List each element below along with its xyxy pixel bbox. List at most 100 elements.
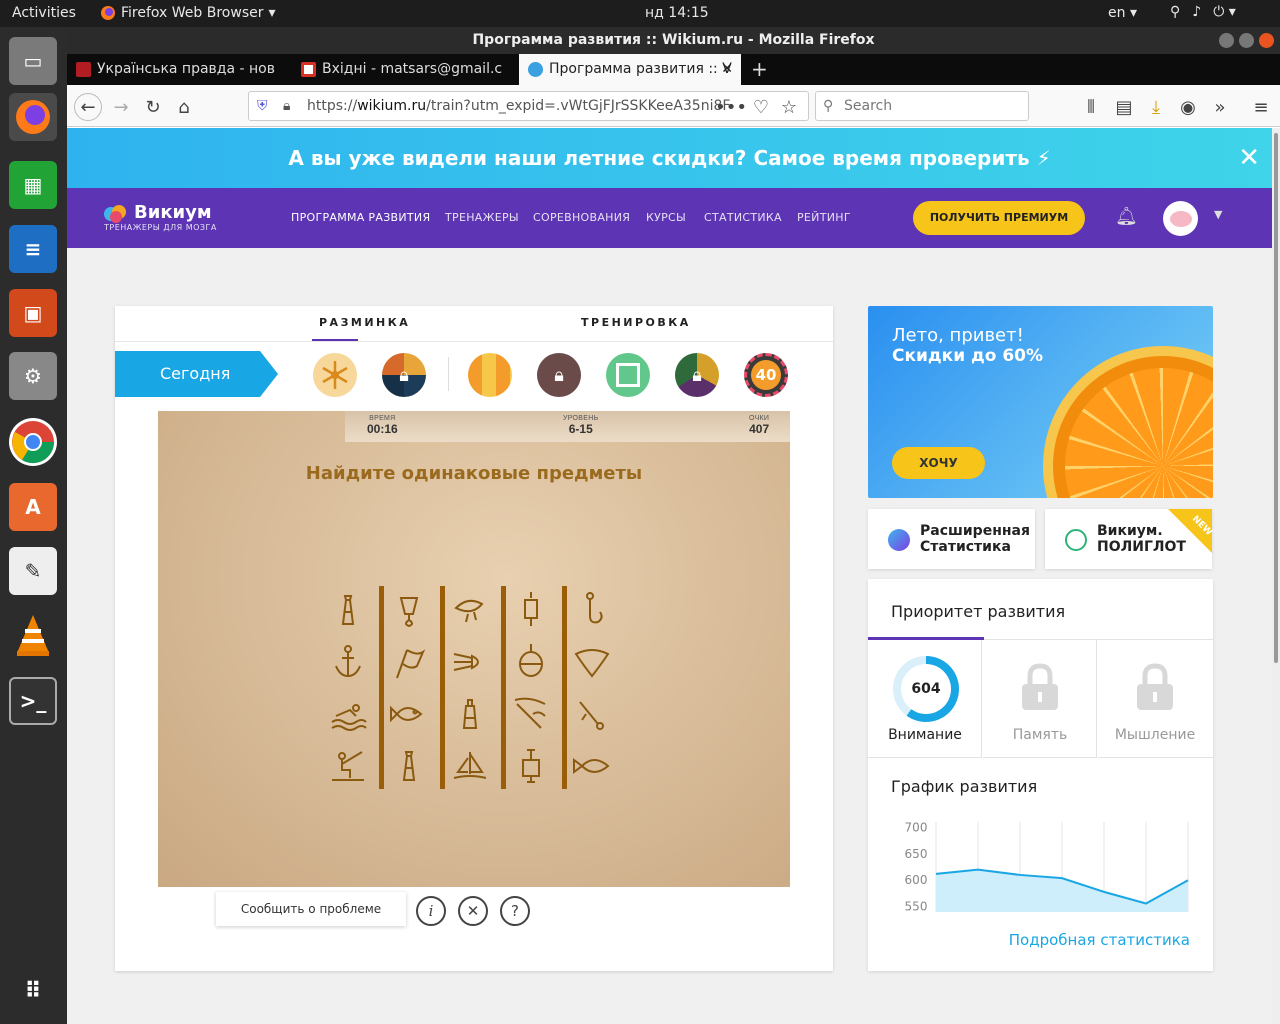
exercise-counter[interactable]: 40 bbox=[744, 353, 788, 397]
buoy-icon[interactable] bbox=[446, 690, 494, 738]
tab-ukrpravda[interactable]: Українська правда - нов bbox=[67, 54, 289, 85]
page-actions-button[interactable]: ••• bbox=[715, 93, 747, 121]
text-editor-icon[interactable]: ✎ bbox=[9, 547, 57, 595]
fishing-rod-icon[interactable] bbox=[568, 690, 616, 738]
account-icon[interactable]: ◉ bbox=[1174, 93, 1202, 121]
anchor-icon[interactable] bbox=[324, 638, 372, 686]
app-menu[interactable]: Firefox Web Browser ▾ bbox=[100, 5, 276, 21]
minimize-icon[interactable] bbox=[1219, 33, 1234, 48]
page-scrollbar[interactable] bbox=[1272, 128, 1280, 1024]
chevron-down-icon[interactable]: ▼ bbox=[1214, 208, 1222, 221]
tab-training[interactable]: ТРЕНИРОВКА bbox=[581, 316, 691, 329]
scrollbar-thumb[interactable] bbox=[1274, 133, 1278, 663]
nav-program[interactable]: ПРОГРАММА РАЗВИТИЯ bbox=[291, 211, 430, 224]
chrome-icon[interactable] bbox=[9, 418, 57, 466]
download-icon[interactable]: ⤓ bbox=[1142, 93, 1170, 121]
bell-icon[interactable]: 🔔︎ bbox=[1115, 206, 1138, 227]
new-tab-button[interactable]: + bbox=[745, 54, 775, 85]
mute-icon[interactable]: ✕ bbox=[458, 896, 488, 926]
lure-icon[interactable] bbox=[446, 586, 494, 634]
reload-button[interactable]: ↻ bbox=[139, 93, 167, 121]
exercise-squares[interactable] bbox=[468, 353, 512, 397]
settings-icon[interactable]: ⚙ bbox=[9, 352, 57, 400]
bobber-icon[interactable] bbox=[507, 638, 555, 686]
home-button[interactable]: ⌂ bbox=[170, 93, 198, 121]
bookmark-star-icon[interactable]: ☆ bbox=[775, 93, 803, 121]
exercise-locked[interactable]: 🔒︎ bbox=[675, 353, 719, 397]
close-icon[interactable] bbox=[1259, 33, 1274, 48]
signpost-icon[interactable] bbox=[507, 742, 555, 790]
attention-skill[interactable]: 604 Внимание bbox=[868, 640, 982, 758]
clock[interactable]: нд 14:15 bbox=[645, 5, 709, 21]
window-titlebar[interactable]: Программа развития :: Wikium.ru - Mozill… bbox=[67, 27, 1280, 54]
thinking-skill[interactable]: Мышление bbox=[1098, 640, 1213, 758]
detailed-stats-link[interactable]: Подробная статистика bbox=[868, 931, 1190, 949]
maximize-icon[interactable] bbox=[1239, 33, 1254, 48]
nav-rating[interactable]: РЕЙТИНГ bbox=[797, 211, 851, 224]
info-icon[interactable]: i bbox=[416, 896, 446, 926]
bucket-icon[interactable] bbox=[385, 586, 433, 634]
tab-strip: Українська правда - нов Вхідні - matsars… bbox=[67, 54, 1280, 85]
lighthouse-icon[interactable] bbox=[324, 586, 372, 634]
exercise-frame[interactable] bbox=[606, 353, 650, 397]
flag-icon[interactable] bbox=[385, 638, 433, 686]
hook-icon[interactable] bbox=[568, 586, 616, 634]
document-icon[interactable]: ≡ bbox=[9, 225, 57, 273]
dock: ▭ ▦ ≡ ▣ ⚙ A ✎ >_ ⠿ bbox=[0, 27, 67, 1024]
exercise-locked[interactable]: 🔒︎ bbox=[382, 353, 426, 397]
lighthouse-icon[interactable] bbox=[385, 742, 433, 790]
sailboat-icon[interactable] bbox=[446, 742, 494, 790]
get-premium-button[interactable]: ПОЛУЧИТЬ ПРЕМИУМ bbox=[913, 201, 1085, 235]
tab-warmup[interactable]: РАЗМИНКА bbox=[319, 316, 410, 329]
keyboard-layout[interactable]: en ▾ bbox=[1108, 5, 1137, 21]
hamburger-menu-icon[interactable]: ≡ bbox=[1247, 93, 1275, 121]
memory-skill[interactable]: Память bbox=[983, 640, 1097, 758]
nav-courses[interactable]: КУРСЫ bbox=[646, 211, 686, 224]
avatar[interactable] bbox=[1163, 201, 1198, 236]
close-icon[interactable]: ✕ bbox=[1238, 128, 1260, 188]
sidebar-icon[interactable]: ▤ bbox=[1110, 93, 1138, 121]
file-cabinet-icon[interactable]: ▭ bbox=[9, 37, 57, 85]
promo-banner[interactable]: А вы уже видели наши летние скидки? Само… bbox=[67, 128, 1272, 188]
software-store-icon[interactable]: A bbox=[9, 483, 57, 531]
tab-gmail[interactable]: Вхідні - matsars@gmail.c bbox=[292, 54, 517, 85]
fish-icon[interactable] bbox=[568, 742, 616, 790]
terminal-icon[interactable]: >_ bbox=[9, 677, 57, 725]
exercise-spiral[interactable] bbox=[313, 353, 357, 397]
swimmer-icon[interactable] bbox=[324, 690, 372, 738]
vlc-icon[interactable] bbox=[9, 611, 57, 659]
tab-wikium[interactable]: Программа развития :: V ✕ bbox=[519, 54, 741, 85]
presentation-icon[interactable]: ▣ bbox=[9, 289, 57, 337]
spreadsheet-icon[interactable]: ▦ bbox=[9, 161, 57, 209]
nav-competitions[interactable]: СОРЕВНОВАНИЯ bbox=[533, 211, 630, 224]
close-tab-icon[interactable]: ✕ bbox=[721, 54, 733, 85]
firefox-icon[interactable] bbox=[9, 93, 57, 141]
fisherman-icon[interactable] bbox=[324, 742, 372, 790]
fishing-rod-icon[interactable] bbox=[507, 690, 555, 738]
report-problem-button[interactable]: Сообщить о проблеме bbox=[216, 892, 406, 926]
search-input[interactable]: ⚲ Search bbox=[815, 91, 1029, 121]
game-controls: Сообщить о проблеме i ✕ ? bbox=[216, 892, 896, 928]
ray-icon[interactable] bbox=[568, 638, 616, 686]
nav-statistics[interactable]: СТАТИСТИКА bbox=[704, 211, 782, 224]
app-grid-icon[interactable]: ⠿ bbox=[9, 967, 57, 1015]
back-button[interactable]: ← bbox=[74, 93, 102, 121]
polyglot-card[interactable]: Викиум. ПОЛИГЛОТ NEW bbox=[1045, 509, 1214, 569]
overflow-icon[interactable]: » bbox=[1206, 93, 1234, 121]
float-icon[interactable] bbox=[507, 586, 555, 634]
system-tray[interactable]: ⚲ ♪ ⏻ ▾ bbox=[1170, 4, 1236, 20]
exercise-locked[interactable]: 🔒︎ bbox=[537, 353, 581, 397]
fish-icon[interactable] bbox=[385, 690, 433, 738]
forward-button[interactable]: → bbox=[107, 93, 135, 121]
library-icon[interactable]: ⫴ bbox=[1077, 93, 1105, 121]
squid-icon[interactable] bbox=[446, 638, 494, 686]
activities-button[interactable]: Activities bbox=[12, 5, 76, 21]
summer-sale-banner[interactable]: Лето, привет! Скидки до 60% ХОЧУ bbox=[868, 306, 1213, 498]
avatar-image bbox=[1169, 210, 1192, 227]
help-icon[interactable]: ? bbox=[500, 896, 530, 926]
extended-stats-card[interactable]: Расширенная Статистика bbox=[868, 509, 1035, 569]
want-button[interactable]: ХОЧУ bbox=[892, 447, 985, 479]
level-value: 6-15 bbox=[568, 422, 593, 436]
nav-trainers[interactable]: ТРЕНАЖЕРЫ bbox=[445, 211, 519, 224]
pocket-icon[interactable]: ♡ bbox=[747, 93, 775, 121]
